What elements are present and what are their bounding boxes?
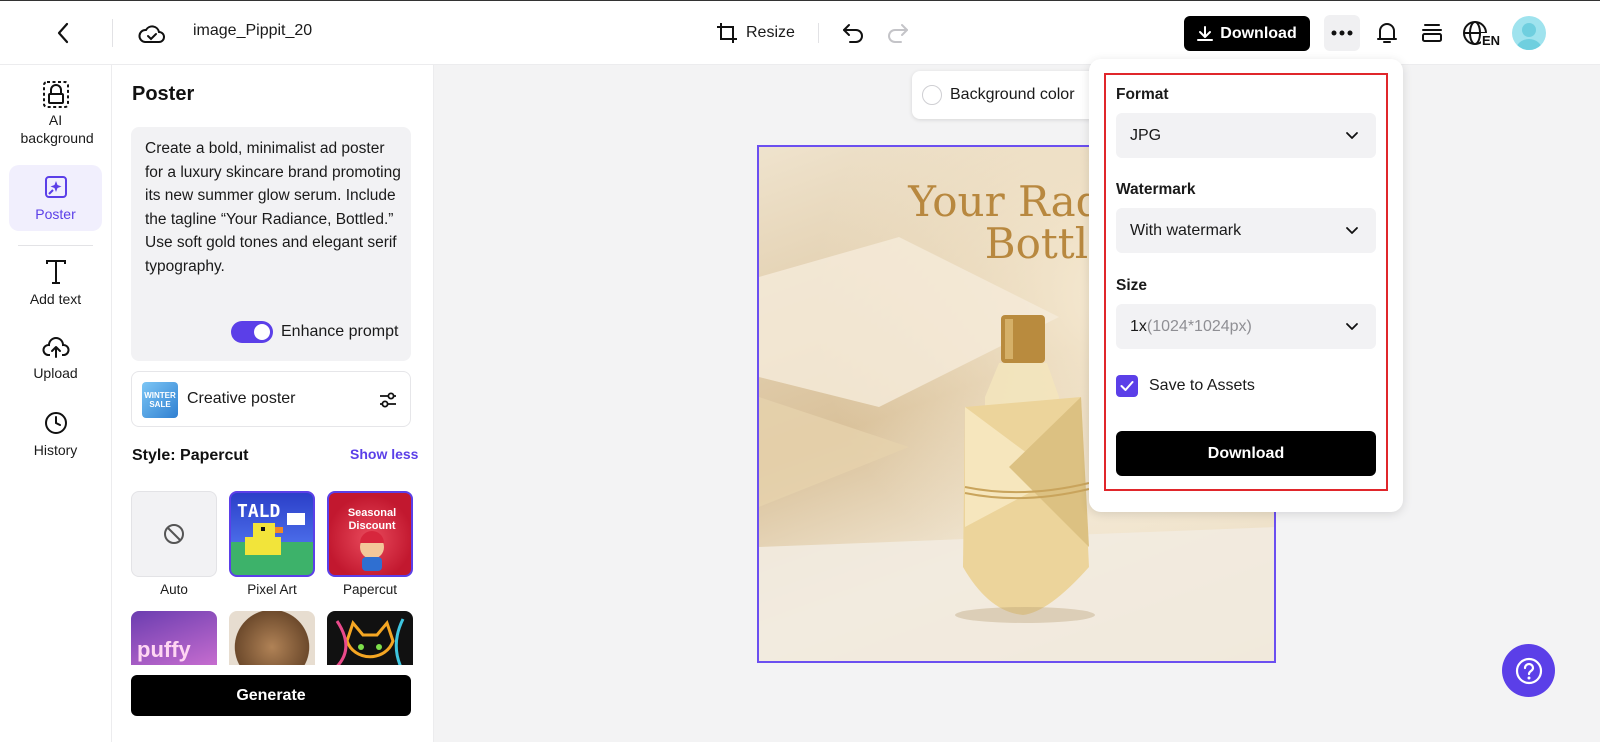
rail-item-upload[interactable]: Upload (9, 335, 102, 382)
divider (112, 19, 113, 47)
resize-label: Resize (746, 24, 795, 41)
ai-background-icon (42, 81, 69, 108)
redo-icon (888, 24, 908, 43)
bell-icon (1377, 23, 1397, 43)
chevron-down-icon (1346, 323, 1358, 330)
prompt-text[interactable]: Create a bold, minimalist ad poster for … (145, 137, 401, 279)
undo-button[interactable] (838, 18, 868, 48)
rail-item-label: History (33, 442, 78, 458)
no-style-icon (164, 524, 184, 544)
pixel-duck-icon (245, 513, 305, 555)
format-label: Format (1116, 86, 1169, 103)
poster-icon (44, 176, 67, 198)
style-thumb-text: puffy (137, 637, 191, 662)
divider (818, 23, 819, 43)
undo-icon (843, 24, 863, 43)
style-card-pixel-art[interactable]: TALD (229, 491, 315, 577)
style-card-neon-doodle[interactable] (327, 611, 413, 665)
language-code: EN (1481, 33, 1502, 48)
download-label: Download (1220, 24, 1297, 42)
more-options-button[interactable] (1324, 15, 1360, 51)
layers-icon (1422, 24, 1442, 42)
language-button[interactable]: EN (1462, 18, 1502, 50)
size-label: Size (1116, 277, 1148, 294)
download-icon (1197, 25, 1214, 41)
panel-title: Poster (132, 83, 195, 105)
rail-item-history[interactable]: History (9, 411, 102, 459)
color-swatch (922, 85, 942, 105)
left-rail: AI background Poster Add text Upload His… (0, 65, 112, 742)
neon-cat-icon (335, 618, 405, 665)
cloud-sync-button[interactable] (136, 18, 168, 50)
chevron-down-icon (1346, 132, 1358, 139)
style-card-auto[interactable] (131, 491, 217, 577)
avatar[interactable] (1512, 16, 1546, 50)
show-less-link[interactable]: Show less (350, 446, 418, 462)
more-dots-icon (1331, 30, 1353, 36)
notifications-button[interactable] (1372, 18, 1402, 48)
style-title: Style: Papercut (132, 447, 249, 464)
style-card-puffy[interactable]: puffy (131, 611, 217, 665)
file-name[interactable]: image_Pippit_20 (193, 22, 312, 40)
background-color-button[interactable]: Background color (912, 71, 1102, 119)
save-to-assets-checkbox[interactable] (1116, 375, 1138, 397)
rail-item-poster[interactable]: Poster (9, 165, 102, 231)
rail-item-ai-background[interactable]: AI background (9, 79, 102, 147)
back-button[interactable] (48, 18, 78, 48)
rail-item-label: AI background (20, 112, 94, 146)
save-to-assets-label[interactable]: Save to Assets (1149, 377, 1255, 395)
rail-item-add-text[interactable]: Add text (9, 259, 102, 308)
enhance-prompt-label: Enhance prompt (281, 323, 399, 340)
size-select[interactable]: 1x (1024*1024px) (1116, 304, 1376, 349)
redo-button[interactable] (883, 18, 913, 48)
enhance-prompt-toggle[interactable] (231, 321, 273, 343)
download-popover: Format JPG Watermark With watermark Size… (1089, 59, 1403, 512)
download-button[interactable]: Download (1184, 16, 1310, 51)
prompt-box[interactable]: Create a bold, minimalist ad poster for … (131, 127, 411, 361)
papercut-figure-icon (360, 531, 384, 571)
avatar-icon (1516, 23, 1542, 50)
question-icon (1515, 657, 1542, 684)
resize-button[interactable]: Resize (716, 19, 795, 47)
resize-icon (717, 23, 737, 43)
creative-poster-label: Creative poster (187, 390, 296, 407)
watermark-select[interactable]: With watermark (1116, 208, 1376, 253)
text-icon (45, 260, 66, 284)
generate-button[interactable]: Generate (131, 675, 411, 716)
divider (18, 245, 93, 246)
background-color-label: Background color (950, 86, 1075, 103)
style-card-clay[interactable] (229, 611, 315, 665)
format-value: JPG (1130, 126, 1162, 144)
style-grid-row: puffy (112, 595, 434, 665)
poster-panel: Poster Create a bold, minimalist ad post… (112, 65, 434, 742)
chevron-down-icon (1346, 227, 1358, 234)
rail-item-label: Poster (35, 206, 76, 222)
rail-item-label: Upload (33, 365, 78, 381)
size-value-main: 1x (1130, 317, 1147, 335)
help-button[interactable] (1502, 644, 1555, 697)
cloud-check-icon (138, 25, 165, 43)
history-icon (44, 412, 67, 434)
chevron-left-icon (57, 22, 69, 44)
popover-download-button[interactable]: Download (1116, 431, 1376, 476)
check-icon (1120, 381, 1134, 391)
top-bar: image_Pippit_20 Resize Download EN (0, 0, 1600, 65)
format-select[interactable]: JPG (1116, 113, 1376, 158)
upload-icon (41, 337, 70, 358)
sliders-icon[interactable] (376, 388, 400, 412)
size-value-detail: (1024*1024px) (1146, 317, 1252, 335)
watermark-value: With watermark (1130, 221, 1242, 239)
creative-poster-selector[interactable]: WINTER SALE Creative poster (131, 371, 411, 427)
style-card-papercut[interactable]: Seasonal Discount (327, 491, 413, 577)
creative-poster-thumbnail: WINTER SALE (142, 382, 178, 418)
rail-item-label: Add text (29, 291, 82, 307)
watermark-label: Watermark (1116, 181, 1196, 198)
layers-button[interactable] (1417, 18, 1447, 48)
